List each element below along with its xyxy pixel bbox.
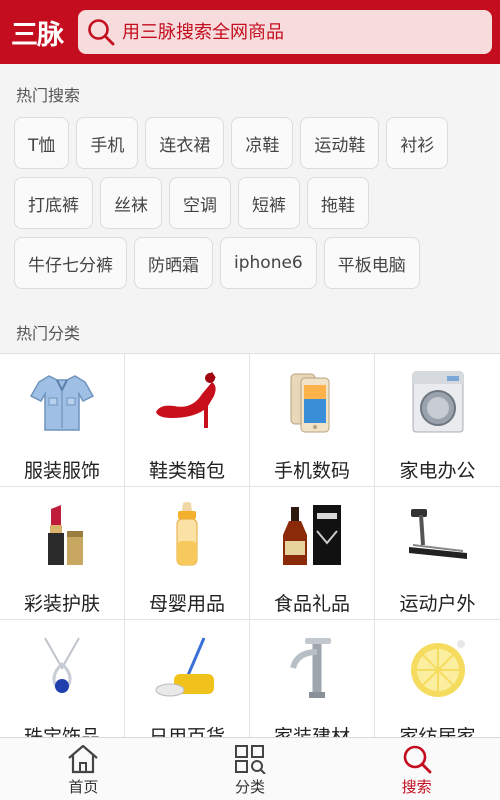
- category-label: 母婴用品: [148, 593, 225, 615]
- faucet-icon: [275, 632, 349, 704]
- search-screen: 三脉 热门搜索 T恤 手机 连衣裙 凉鞋 运动鞋 衬衫 打底裤 丝袜 空调 短裤…: [0, 0, 500, 800]
- top-bar: 三脉: [0, 0, 500, 64]
- category-label: 服装服饰: [23, 460, 100, 482]
- category-item[interactable]: 家装建材: [250, 620, 375, 737]
- treadmill-icon: [401, 499, 475, 571]
- category-item[interactable]: 食品礼品: [250, 487, 375, 620]
- category-label: 鞋类箱包: [148, 460, 225, 482]
- category-label: 家电办公: [399, 460, 476, 482]
- search-bar[interactable]: [78, 10, 492, 54]
- home-icon: [68, 744, 99, 774]
- category-item[interactable]: 运动户外: [375, 487, 500, 620]
- tab-home[interactable]: 首页: [0, 738, 167, 800]
- hot-search-tag[interactable]: 凉鞋: [231, 117, 294, 169]
- category-item[interactable]: 手机数码: [250, 354, 375, 487]
- category-item[interactable]: 珠宝饰品: [0, 620, 125, 737]
- category-item[interactable]: 鞋类箱包: [125, 354, 250, 487]
- tab-category[interactable]: 分类: [167, 738, 334, 800]
- lemon-cushion-icon: [401, 632, 475, 704]
- category-label: 食品礼品: [273, 593, 350, 615]
- category-label: 手机数码: [273, 460, 350, 482]
- category-item[interactable]: 家纺居家: [375, 620, 500, 737]
- category-label: 日用百货: [148, 726, 225, 737]
- baby-bottle-icon: [150, 499, 224, 571]
- hot-search-tag[interactable]: 运动鞋: [300, 117, 380, 169]
- tag-row: T恤 手机 连衣裙 凉鞋 运动鞋 衬衫: [14, 117, 494, 169]
- category-label: 家纺居家: [399, 726, 476, 737]
- category-item[interactable]: 母婴用品: [125, 487, 250, 620]
- hot-search-tag[interactable]: 打底裤: [14, 177, 93, 229]
- tab-search[interactable]: 搜索: [333, 738, 500, 800]
- category-label: 家装建材: [273, 726, 350, 737]
- necklace-icon: [25, 632, 99, 704]
- hot-search-tag[interactable]: 连衣裙: [145, 117, 225, 169]
- category-item[interactable]: 服装服饰: [0, 354, 125, 487]
- hot-search-tag[interactable]: 平板电脑: [323, 237, 420, 289]
- category-label: 彩装护肤: [23, 593, 100, 615]
- hot-search-tag[interactable]: iphone6: [220, 237, 317, 289]
- tab-label: 分类: [235, 778, 266, 796]
- tag-row: 牛仔七分裤 防晒霜 iphone6 平板电脑: [14, 237, 494, 289]
- shirt-icon: [25, 366, 99, 438]
- category-grid-icon: [235, 745, 266, 774]
- search-icon: [403, 745, 432, 774]
- hot-search-tag[interactable]: 牛仔七分裤: [14, 237, 127, 289]
- app-logo[interactable]: 三脉: [6, 0, 68, 64]
- hot-search-tag[interactable]: 手机: [76, 117, 139, 169]
- mop-icon: [150, 632, 224, 704]
- category-item[interactable]: 彩装护肤: [0, 487, 125, 620]
- search-input[interactable]: [122, 21, 452, 43]
- search-icon[interactable]: [86, 17, 116, 47]
- hot-search-tag[interactable]: 拖鞋: [307, 177, 369, 229]
- category-grid: 服装服饰 鞋类箱包 手机数码 家电办公 彩装护肤 母婴用品 食品礼品 运动户外 …: [0, 353, 500, 737]
- hot-search-tag[interactable]: T恤: [14, 117, 70, 169]
- hot-search-tag[interactable]: 空调: [169, 177, 231, 229]
- hot-categories-title: 热门分类: [16, 324, 81, 343]
- category-item[interactable]: 家电办公: [375, 354, 500, 487]
- tag-row: 打底裤 丝袜 空调 短裤 拖鞋: [14, 177, 494, 229]
- washing-machine-icon: [401, 366, 475, 438]
- liquor-bottle-icon: [275, 499, 349, 571]
- hot-search-tag[interactable]: 丝袜: [100, 177, 162, 229]
- high-heel-icon: [150, 366, 224, 438]
- hot-search-tag[interactable]: 衬衫: [386, 117, 449, 169]
- hot-search-title: 热门搜索: [16, 86, 81, 105]
- category-label: 珠宝饰品: [23, 726, 100, 737]
- category-item[interactable]: 日用百货: [125, 620, 250, 737]
- hot-search-tag[interactable]: 防晒霜: [134, 237, 213, 289]
- lipstick-icon: [25, 499, 99, 571]
- bottom-tab-bar: 首页 分类 搜索: [0, 737, 500, 800]
- hot-search-tag[interactable]: 短裤: [238, 177, 300, 229]
- tab-label: 搜索: [401, 778, 432, 796]
- category-label: 运动户外: [399, 593, 476, 615]
- tab-label: 首页: [68, 778, 99, 796]
- hot-search-tags: T恤 手机 连衣裙 凉鞋 运动鞋 衬衫 打底裤 丝袜 空调 短裤 拖鞋 牛仔七分…: [14, 117, 494, 297]
- phone-icon: [275, 366, 349, 438]
